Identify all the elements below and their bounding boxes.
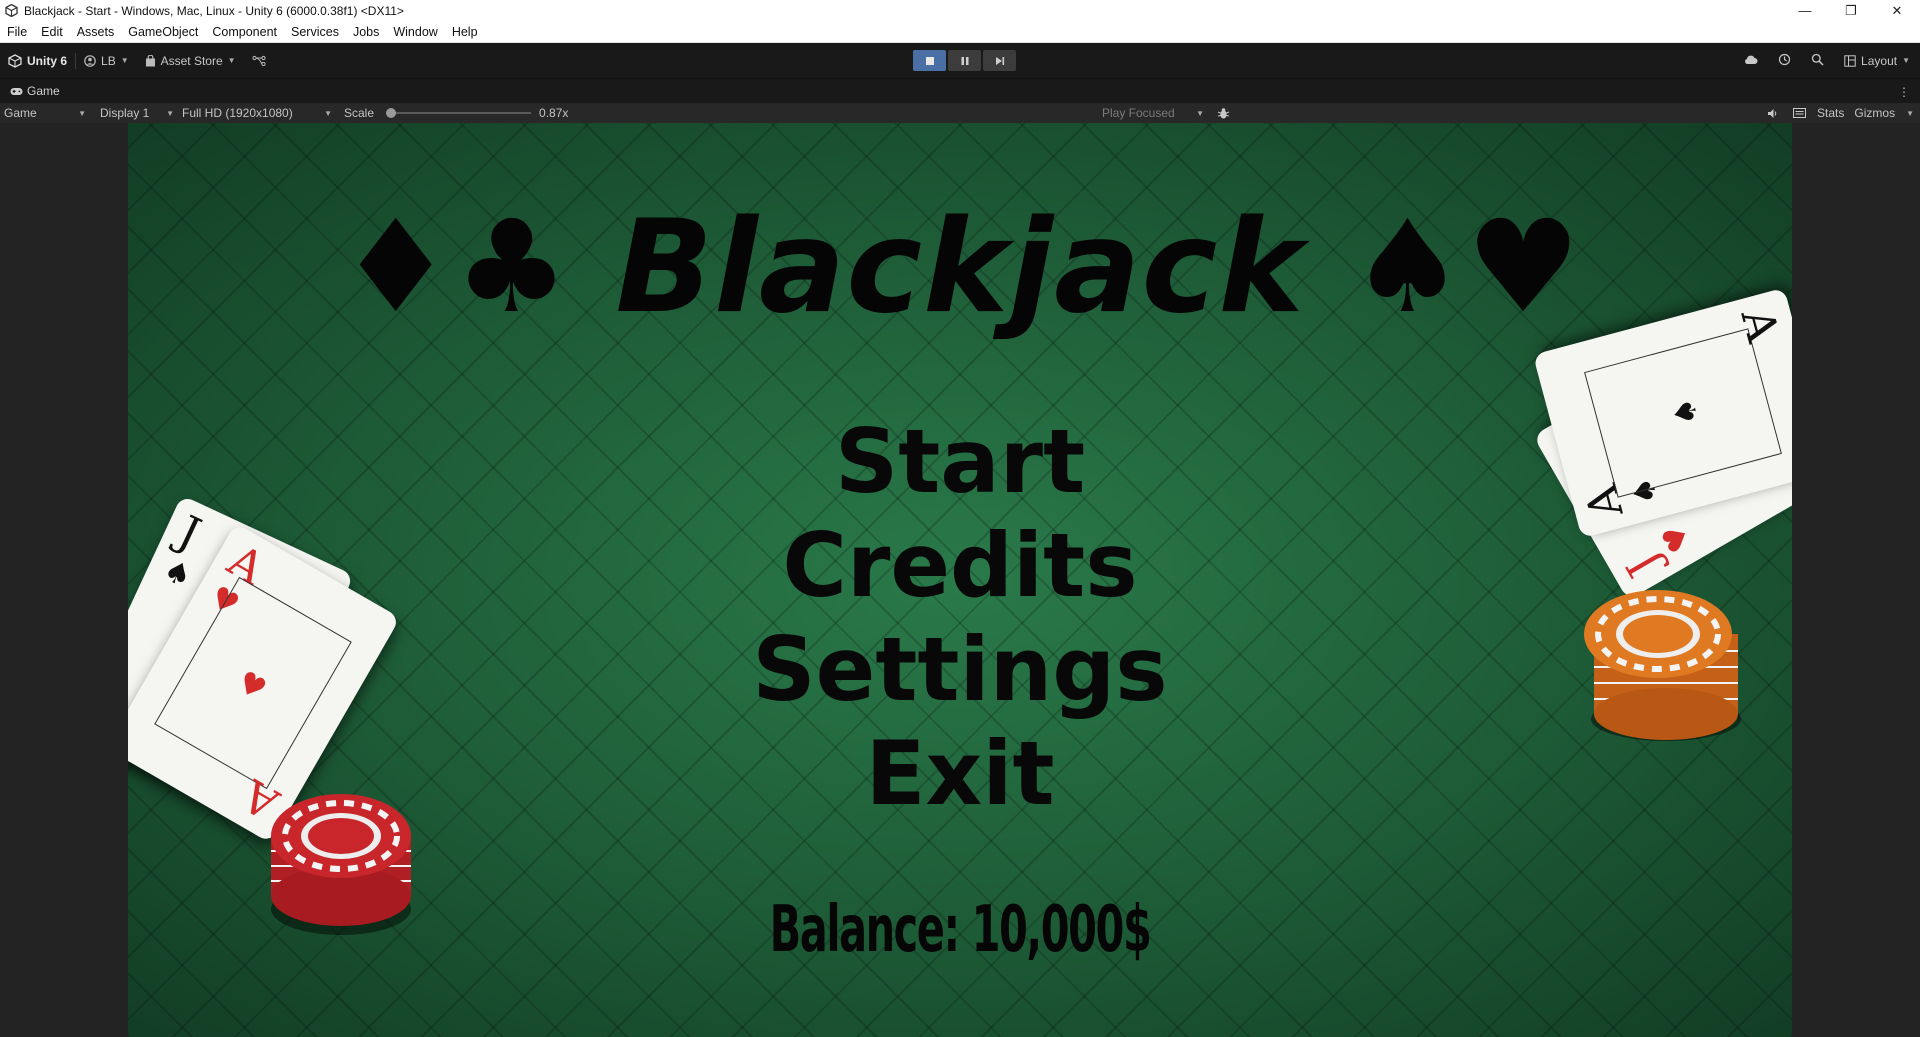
view-mode-label: Game — [4, 106, 37, 120]
unity-logo-icon — [4, 4, 18, 18]
chevron-down-icon: ▼ — [166, 108, 174, 118]
shopping-bag-icon — [145, 54, 155, 66]
window-titlebar: Blackjack - Start - Windows, Mac, Linux … — [0, 0, 1920, 21]
play-mode-dropdown[interactable]: Play Focused ▼ — [1098, 103, 1208, 123]
audio-icon[interactable] — [1760, 103, 1786, 123]
red-chip-stack — [266, 791, 416, 941]
unity-version-button[interactable]: Unity 6 — [0, 50, 75, 72]
gamepad-icon — [10, 87, 23, 95]
search-icon[interactable] — [1811, 53, 1824, 69]
playing-cards-right: J ♥ A ♠ ♠ A — [1532, 263, 1792, 601]
account-dropdown[interactable]: LB ▼ — [76, 50, 137, 72]
layout-dropdown[interactable]: Layout ▼ — [1844, 50, 1910, 72]
asset-store-label: Asset Store — [160, 53, 223, 68]
branch-icon — [251, 55, 266, 66]
menu-gameobject[interactable]: GameObject — [121, 25, 205, 39]
menu-help[interactable]: Help — [445, 25, 485, 39]
chevron-down-icon: ▼ — [1902, 56, 1910, 65]
stats-button[interactable]: Stats — [1812, 103, 1849, 123]
layout-icon — [1844, 54, 1856, 67]
menu-assets[interactable]: Assets — [70, 25, 122, 39]
game-view-controls: Game ▼ Display 1 ▼ Full HD (1920x1080) ▼… — [0, 103, 1920, 123]
menu-services[interactable]: Services — [284, 25, 346, 39]
game-view-right-controls: Stats Gizmos ▼ — [1760, 103, 1920, 123]
window-title: Blackjack - Start - Windows, Mac, Linux … — [24, 3, 404, 18]
scale-slider[interactable] — [386, 108, 532, 118]
play-button[interactable] — [913, 50, 946, 71]
step-icon — [995, 56, 1004, 65]
stop-icon — [925, 56, 934, 65]
bug-icon[interactable] — [1213, 103, 1234, 123]
menu-edit[interactable]: Edit — [34, 25, 70, 39]
toolbar-right: Layout ▼ — [1743, 43, 1910, 78]
resolution-label: Full HD (1920x1080) — [182, 106, 293, 120]
version-control-button[interactable] — [244, 50, 274, 72]
menu-file[interactable]: File — [0, 25, 34, 39]
maximize-button[interactable]: ❐ — [1828, 0, 1874, 21]
chevron-down-icon: ▼ — [1906, 108, 1914, 118]
display-dropdown[interactable]: Display 1 ▼ — [96, 103, 178, 123]
scale-control: Scale 0.87x — [340, 103, 572, 123]
step-button[interactable] — [983, 50, 1016, 71]
chevron-down-icon: ▼ — [78, 108, 86, 118]
panel-tabbar: Game ⋮ — [0, 78, 1920, 103]
balance-text: Balance: 10,000$ — [769, 893, 1152, 967]
cloud-icon[interactable] — [1743, 54, 1758, 68]
tab-game-label: Game — [27, 84, 60, 98]
display-label: Display 1 — [100, 106, 150, 120]
game-title: ♦♣ Blackjack ♠♥ — [338, 193, 1582, 342]
pause-button[interactable] — [948, 50, 981, 71]
gizmos-button[interactable]: Gizmos — [1849, 103, 1900, 123]
play-mode-label: Play Focused — [1102, 106, 1175, 120]
chevron-down-icon: ▼ — [227, 56, 236, 65]
gizmos-dropdown[interactable]: ▼ — [1900, 103, 1920, 123]
view-mode-dropdown[interactable]: Game ▼ — [0, 103, 90, 123]
game-viewport: ♦♣ Blackjack ♠♥ Start Credits Settings E… — [0, 123, 1920, 1037]
unity-version-label: Unity 6 — [27, 53, 68, 68]
asset-store-dropdown[interactable]: Asset Store ▼ — [137, 50, 244, 72]
unity-cube-icon — [8, 53, 22, 68]
panel-menu-icon[interactable]: ⋮ — [1898, 79, 1910, 104]
layout-label: Layout — [1861, 53, 1898, 68]
account-icon — [84, 54, 96, 67]
close-button[interactable]: ✕ — [1874, 0, 1920, 21]
minimize-button[interactable]: — — [1782, 0, 1828, 21]
chevron-down-icon: ▼ — [324, 108, 332, 118]
tab-game[interactable]: Game — [0, 79, 70, 104]
playback-controls — [913, 50, 1016, 71]
keyboard-icon[interactable] — [1786, 103, 1812, 123]
chevron-down-icon: ▼ — [1196, 108, 1204, 118]
scale-value: 0.87x — [539, 106, 569, 120]
menu-bar: File Edit Assets GameObject Component Se… — [0, 21, 1920, 43]
account-label: LB — [101, 53, 116, 68]
menu-window[interactable]: Window — [386, 25, 444, 39]
menu-jobs[interactable]: Jobs — [346, 25, 386, 39]
pause-icon — [961, 56, 968, 65]
chevron-down-icon: ▼ — [120, 56, 129, 65]
scale-slider-handle[interactable] — [386, 108, 397, 118]
resolution-dropdown[interactable]: Full HD (1920x1080) ▼ — [178, 103, 336, 123]
history-icon[interactable] — [1778, 53, 1791, 69]
orange-chip-stack — [1576, 579, 1756, 749]
menu-component[interactable]: Component — [205, 25, 284, 39]
game-canvas[interactable]: ♦♣ Blackjack ♠♥ Start Credits Settings E… — [128, 123, 1792, 1037]
scale-label: Scale — [344, 106, 375, 120]
start-button[interactable]: Start — [128, 410, 1792, 514]
